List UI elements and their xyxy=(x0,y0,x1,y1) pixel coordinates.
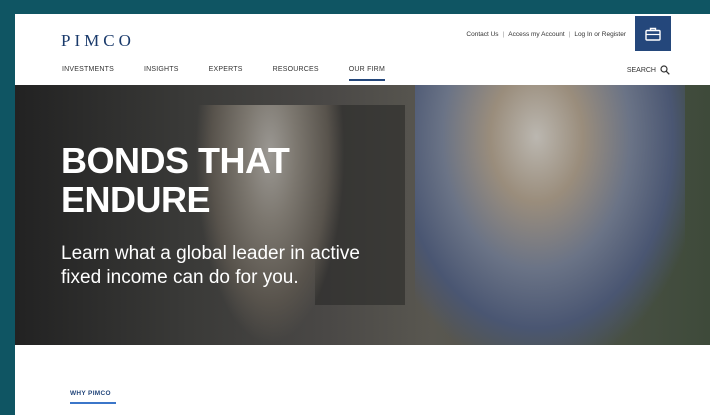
nav-experts[interactable]: EXPERTS xyxy=(209,66,243,73)
login-register-link[interactable]: Log In or Register xyxy=(574,31,626,38)
hero-title-line-1: BONDS THAT xyxy=(61,140,290,181)
hero-photo-man xyxy=(415,85,685,345)
nav-resources[interactable]: RESOURCES xyxy=(273,66,319,73)
hero-banner: BONDS THAT ENDURE Learn what a global le… xyxy=(15,85,710,345)
hero-title-line-2: ENDURE xyxy=(61,179,211,220)
nav-our-firm[interactable]: OUR FIRM xyxy=(348,66,386,81)
briefcase-button[interactable] xyxy=(635,16,671,51)
briefcase-icon xyxy=(645,27,661,41)
access-account-link[interactable]: Access my Account xyxy=(508,31,564,38)
main-nav: INVESTMENTS INSIGHTS EXPERTS RESOURCES O… xyxy=(62,66,415,81)
nav-investments[interactable]: INVESTMENTS xyxy=(62,66,114,73)
hero-subtitle-line-1: Learn what a global leader in active xyxy=(61,243,360,264)
nav-insights[interactable]: INSIGHTS xyxy=(144,66,179,73)
section-underline xyxy=(70,402,116,404)
hero-subtitle: Learn what a global leader in active fix… xyxy=(61,242,381,290)
section-label: WHY PIMCO xyxy=(70,390,111,397)
divider: | xyxy=(568,31,571,38)
search-button[interactable]: SEARCH xyxy=(627,65,670,75)
utility-links: Contact Us | Access my Account | Log In … xyxy=(466,31,626,38)
divider: | xyxy=(502,31,505,38)
hero-title: BONDS THAT ENDURE xyxy=(61,141,351,219)
search-label: SEARCH xyxy=(626,66,656,74)
pimco-logo[interactable]: PIMCO xyxy=(61,31,135,51)
hero-subtitle-line-2: fixed income can do for you. xyxy=(61,267,299,288)
why-pimco-section: WHY PIMCO xyxy=(15,345,710,415)
contact-us-link[interactable]: Contact Us xyxy=(466,31,498,38)
site-header: PIMCO Contact Us | Access my Account | L… xyxy=(15,14,710,85)
browser-page: PIMCO Contact Us | Access my Account | L… xyxy=(15,14,710,415)
search-icon xyxy=(660,65,670,75)
